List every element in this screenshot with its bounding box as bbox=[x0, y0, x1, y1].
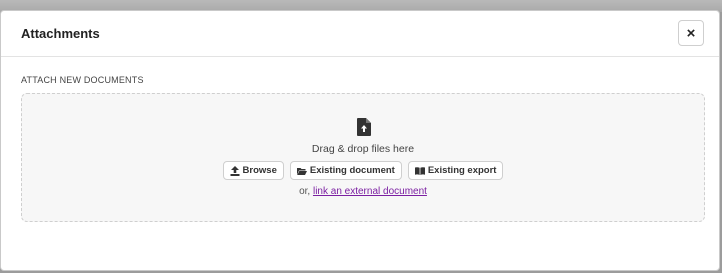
existing-export-button-label: Existing export bbox=[427, 165, 497, 176]
external-link-row: or, link an external document bbox=[22, 186, 704, 197]
section-label: ATTACH NEW DOCUMENTS bbox=[21, 75, 144, 85]
dialog-header: Attachments × bbox=[1, 11, 719, 57]
browse-button[interactable]: Browse bbox=[222, 161, 284, 180]
book-icon bbox=[414, 166, 425, 175]
attachments-dialog: Attachments × ATTACH NEW DOCUMENTS Drag … bbox=[0, 10, 720, 271]
upload-icon bbox=[230, 165, 240, 176]
dropzone-actions: Browse Existing document Existing export bbox=[22, 161, 704, 180]
close-button[interactable]: × bbox=[678, 20, 704, 46]
folder-open-icon bbox=[296, 167, 307, 175]
file-dropzone[interactable]: Drag & drop files here Browse Existing d… bbox=[21, 93, 705, 222]
close-icon: × bbox=[686, 24, 696, 42]
file-upload-icon bbox=[357, 118, 371, 136]
existing-export-button[interactable]: Existing export bbox=[407, 161, 504, 180]
link-prefix: or, bbox=[299, 186, 311, 197]
existing-document-button[interactable]: Existing document bbox=[289, 161, 402, 180]
existing-document-button-label: Existing document bbox=[309, 165, 395, 176]
link-external-document[interactable]: link an external document bbox=[313, 186, 427, 197]
browse-button-label: Browse bbox=[242, 165, 277, 176]
drag-drop-instruction: Drag & drop files here bbox=[311, 143, 415, 155]
dialog-title: Attachments bbox=[21, 26, 100, 41]
